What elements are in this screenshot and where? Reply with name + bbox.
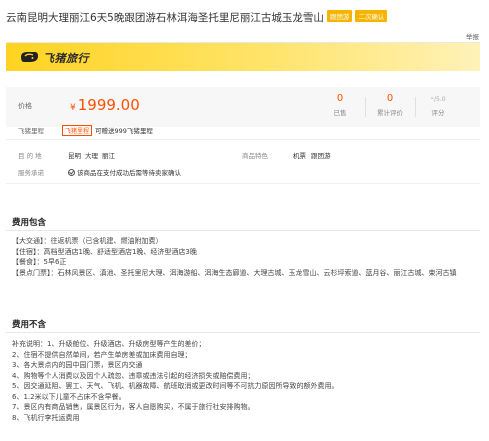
- mileage-text: 可赠送999飞猪里程: [95, 127, 153, 135]
- price-amount: 1999.00: [77, 96, 140, 114]
- mileage-label: 飞猪里程: [18, 127, 44, 135]
- excluded-line: 3、各大景点内的园中园门票，景区内交通: [12, 361, 143, 369]
- mileage-tag: 飞猪里程: [62, 125, 93, 136]
- rating-max: /5.0: [434, 96, 446, 103]
- excluded-line: 补充说明：1、升级舱位、升级酒店、升级房型等产生的差价；: [12, 340, 206, 348]
- review-count[interactable]: 0 累计评价: [368, 93, 412, 117]
- currency-symbol: ¥: [70, 103, 76, 113]
- divider: [6, 139, 480, 140]
- sold-count-label: 已售: [333, 109, 347, 117]
- stat-divider: [365, 97, 366, 117]
- included-line: 【景点门票】：石林风景区、滇池、圣托里尼大理、洱海游船、洱海生态廊道、大理古城、…: [12, 268, 457, 277]
- destination-item[interactable]: 大理: [85, 152, 98, 160]
- included-line: 【餐食】：5早6正: [12, 258, 67, 266]
- brand-logo-text[interactable]: 飞猪旅行: [43, 50, 89, 66]
- rating-score-value: -/5.0: [416, 93, 460, 104]
- fliggy-pig-icon: [21, 52, 38, 62]
- service-text: 该商品在支付成功后需等待卖家确认: [77, 169, 181, 177]
- feature-item: 机票: [293, 152, 306, 160]
- included-list: 【大交通】：往返机票（已含机建、燃油附加费） 【住宿】：高档型酒店1晚、舒适型酒…: [12, 236, 482, 278]
- excluded-line: 6、1.2米以下儿童不占床不含早餐。: [12, 392, 126, 401]
- price-label: 价格: [18, 102, 32, 110]
- product-summary: 飞猪旅行 价格 ¥1999.00 0 已售 0 累计评价 -/5.0 评分 飞猪…: [6, 42, 480, 200]
- divider: [6, 183, 480, 184]
- features-label: 商品特色: [242, 152, 268, 160]
- excluded-line: 4、购物等个人消费以及因个人疏忽、违章或违法引起的经济损失或赔偿费用；: [12, 371, 255, 380]
- destination-label: 目 的 地: [18, 152, 42, 160]
- excluded-line: 2、住宿不提供自然单间，若产生单房差或加床费用自理；: [12, 350, 192, 359]
- destination-row: 目 的 地 昆明 大理 丽江: [18, 150, 119, 160]
- rating-score: -/5.0 评分: [416, 93, 460, 117]
- rating-label: 评分: [431, 109, 445, 117]
- included-line: 【大交通】：往返机票（已含机建、燃油附加费）: [12, 237, 163, 245]
- excluded-list: 补充说明：1、升级舱位、升级酒店、升级房型等产生的差价； 2、住宿不提供自然单间…: [12, 339, 482, 423]
- review-count-label: 累计评价: [377, 109, 403, 117]
- review-count-value: 0: [386, 93, 394, 104]
- tag-second-confirm: 二次确认: [355, 10, 388, 22]
- section-divider: [6, 230, 480, 231]
- sold-count: 0 已售: [318, 93, 362, 117]
- product-title: 云南昆明大理丽江6天5晚跟团游石林洱海圣托里尼丽江古城玉龙雪山: [6, 12, 324, 24]
- sold-count-value: 0: [336, 93, 344, 104]
- page-title: 云南昆明大理丽江6天5晚跟团游石林洱海圣托里尼丽江古城玉龙雪山 跟团游 二次确认: [6, 10, 388, 25]
- section-divider: [6, 332, 480, 333]
- included-title: 费用包含: [12, 218, 47, 228]
- destination-item[interactable]: 丽江: [102, 152, 115, 160]
- report-link[interactable]: 举报: [466, 31, 479, 41]
- excluded-line: 5、因交通延阻、罢工、天气、飞机、机器故障、航班取消或更改时间等不可抗力原因所导…: [12, 382, 339, 390]
- service-row: 服务承诺 该商品在支付成功后需等待卖家确认: [18, 167, 185, 177]
- brand-bar: 飞猪旅行: [6, 43, 480, 71]
- excluded-title: 费用不含: [12, 320, 47, 330]
- price-panel: 价格 ¥1999.00 0 已售 0 累计评价 -/5.0 评分: [6, 87, 480, 127]
- destination-item[interactable]: 昆明: [68, 152, 81, 160]
- included-line: 【住宿】：高档型酒店1晚、舒适型酒店1晚、经济型酒店3晚: [12, 247, 197, 256]
- tag-group-tour: 跟团游: [326, 10, 353, 22]
- service-label: 服务承诺: [18, 169, 44, 177]
- price-value: ¥1999.00: [70, 96, 140, 114]
- excluded-line: 8、飞机行李托运费用: [12, 413, 80, 422]
- check-circle-icon: [68, 169, 75, 176]
- feature-item: 跟团游: [311, 152, 331, 160]
- features-row: 商品特色 机票 跟团游: [242, 150, 331, 160]
- excluded-line: 7、景区内有商品销售，属景区行为，客人自愿购买，不属于旅行社安排购物。: [12, 403, 255, 411]
- mileage-row: 飞猪里程 飞猪里程 可赠送999飞猪里程: [18, 125, 153, 136]
